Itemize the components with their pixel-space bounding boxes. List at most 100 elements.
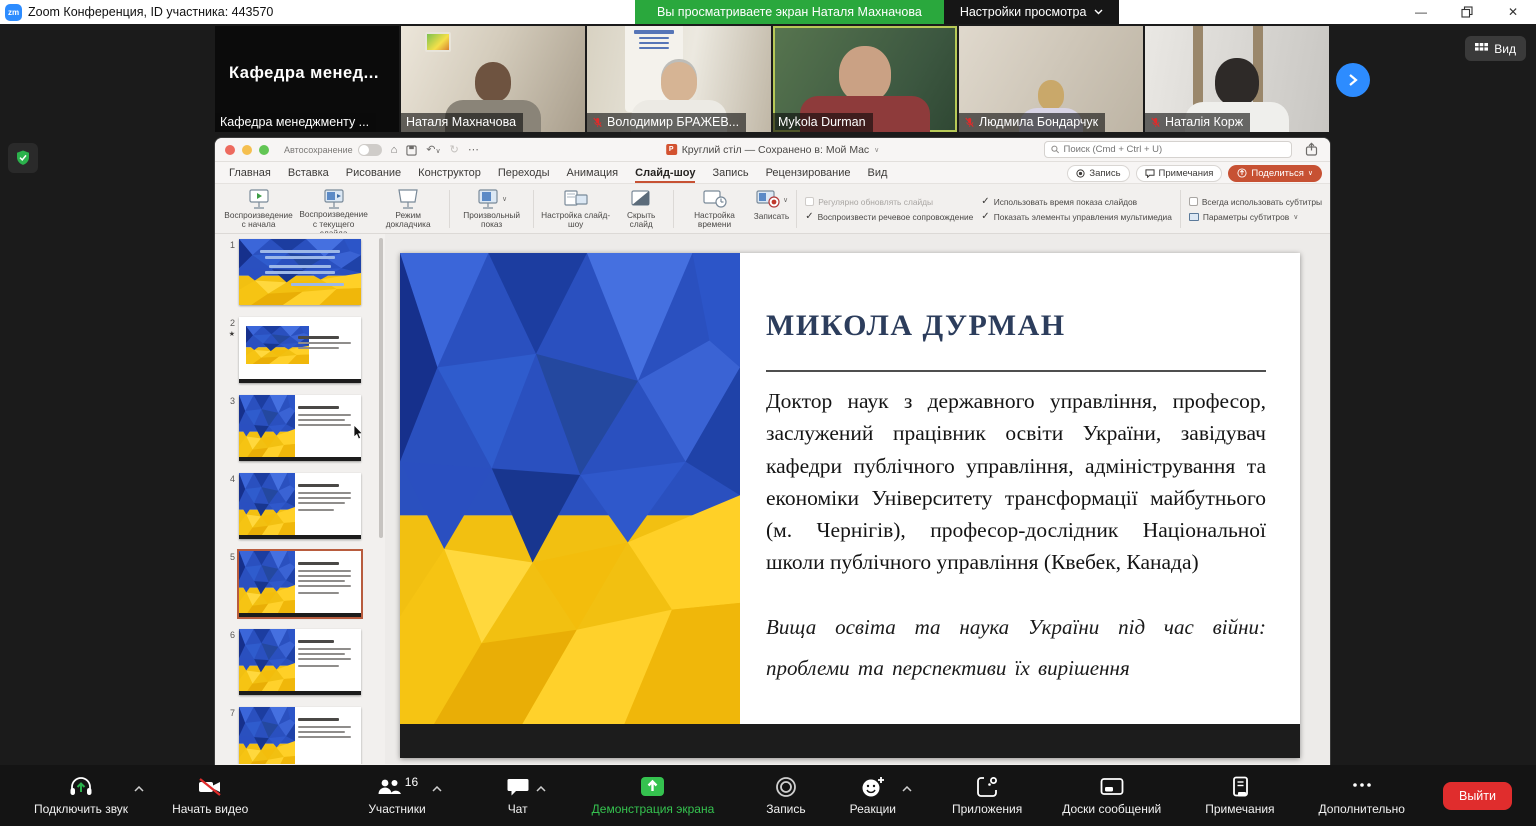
- whiteboards-button[interactable]: Доски сообщений: [1062, 775, 1161, 816]
- presenter-view-button[interactable]: Режим докладчика: [371, 187, 445, 231]
- custom-show-button[interactable]: ∨ Произвольный показ: [454, 187, 529, 231]
- meeting-stage: Кафедра менед... Кафедра менеджменту ...…: [0, 24, 1536, 765]
- tab-konstruktor[interactable]: Конструктор: [418, 167, 481, 183]
- tab-animatsiya[interactable]: Анимация: [567, 167, 619, 183]
- tab-perekhody[interactable]: Переходы: [498, 167, 550, 183]
- security-shield-icon[interactable]: [8, 143, 38, 173]
- ribbon-tab-row: Главная Вставка Рисование Конструктор Пе…: [215, 162, 1330, 184]
- zoom-logo-icon: zm: [5, 4, 22, 21]
- selected-slide-card[interactable]: [239, 551, 361, 617]
- participant-tile-kafedra[interactable]: Кафедра менед... Кафедра менеджменту ...: [215, 26, 399, 132]
- slide-thumbnail-1[interactable]: 1: [221, 239, 385, 305]
- title-divider: [766, 370, 1266, 372]
- join-audio-button[interactable]: Подключить звук: [34, 775, 128, 816]
- slide-text-block: МИКОЛА ДУРМАН Доктор наук з державного у…: [740, 253, 1300, 724]
- close-button[interactable]: ✕: [1490, 0, 1536, 24]
- participant-tile-brazhev[interactable]: Володимир БРАЖЕВ...: [587, 26, 771, 132]
- participant-tile-durman[interactable]: Mykola Durman: [773, 26, 957, 132]
- start-video-button[interactable]: Начать видео: [172, 775, 248, 816]
- more-button[interactable]: Дополнительно: [1319, 775, 1405, 816]
- minimize-button[interactable]: —: [1398, 0, 1444, 24]
- chat-caret[interactable]: [536, 786, 546, 792]
- reactions-caret[interactable]: [902, 786, 912, 792]
- check-use-timings[interactable]: ✓ Использовать время показа слайдов: [981, 197, 1172, 207]
- headset-icon: [68, 775, 94, 799]
- check-update-slides[interactable]: Регулярно обновлять слайды: [805, 197, 973, 207]
- ppt-record-button[interactable]: Запись: [1067, 165, 1129, 182]
- ppt-share-button[interactable]: Поделиться ∨: [1228, 165, 1322, 182]
- slide-thumbnail-3[interactable]: 3: [221, 395, 385, 461]
- slideshow-options-column-1: Регулярно обновлять слайды ✓ Воспроизвес…: [801, 187, 977, 231]
- participants-icon: [376, 775, 402, 799]
- mac-zoom-button[interactable]: [259, 145, 269, 155]
- slide-title: МИКОЛА ДУРМАН: [766, 309, 1266, 343]
- slide-thumbnail-4[interactable]: 4: [221, 473, 385, 539]
- play-from-current-button[interactable]: Воспроизведение с текущего слайда: [296, 187, 371, 231]
- slide-thumbnail-6[interactable]: 6: [221, 629, 385, 695]
- mac-close-button[interactable]: [225, 145, 235, 155]
- muted-mic-icon: [1150, 117, 1161, 128]
- rehearse-timings-button[interactable]: Настройка времени: [678, 187, 751, 231]
- flag-art: [239, 707, 295, 764]
- video-strip: Кафедра менед... Кафедра менеджменту ...…: [215, 26, 1329, 132]
- window-titlebar: zm Zoom Конференция, ID участника: 44357…: [0, 0, 1536, 24]
- thumbnail-scrollbar[interactable]: [379, 238, 383, 538]
- slide-number: 3: [230, 396, 235, 406]
- save-icon[interactable]: [406, 145, 417, 156]
- check-play-narration[interactable]: ✓ Воспроизвести речевое сопровождение: [805, 212, 973, 222]
- search-input[interactable]: [1064, 144, 1285, 155]
- tab-slide-show[interactable]: Слайд-шоу: [635, 167, 695, 183]
- record-slideshow-button[interactable]: ∨ Записать: [751, 187, 792, 231]
- subtitle-settings-button[interactable]: Параметры субтитров ∨: [1189, 212, 1322, 222]
- hide-slide-button[interactable]: Скрыть слайд: [613, 187, 669, 231]
- ppt-comments-button[interactable]: Примечания: [1136, 165, 1223, 182]
- view-options-button[interactable]: Настройки просмотра: [944, 0, 1120, 24]
- participants-caret[interactable]: [432, 786, 442, 792]
- share-screen-button[interactable]: Демонстрация экрана: [592, 775, 715, 816]
- participant-tile-korzh[interactable]: Наталія Корж: [1145, 26, 1329, 132]
- tab-zapis[interactable]: Запись: [712, 167, 748, 183]
- view-options-label: Настройки просмотра: [960, 5, 1087, 19]
- check-always-subtitles[interactable]: Всегда использовать субтитры: [1189, 197, 1322, 207]
- tab-retsenzirovanie[interactable]: Рецензирование: [766, 167, 851, 183]
- participant-tile-bondarchuk[interactable]: Людмила Бондарчук: [959, 26, 1143, 132]
- apps-button[interactable]: Приложения: [952, 775, 1022, 816]
- restore-button[interactable]: [1444, 0, 1490, 24]
- current-slide[interactable]: МИКОЛА ДУРМАН Доктор наук з державного у…: [400, 253, 1300, 758]
- leave-meeting-button[interactable]: Выйти: [1443, 782, 1512, 810]
- chat-button[interactable]: Чат: [506, 775, 530, 816]
- check-show-media-controls[interactable]: ✓ Показать элементы управления мультимед…: [981, 212, 1172, 222]
- notes-button[interactable]: Примечания: [1205, 775, 1274, 816]
- setup-slideshow-button[interactable]: Настройка слайд-шоу: [538, 187, 613, 231]
- participant-tile-makhnachova[interactable]: Наталя Махначова: [401, 26, 585, 132]
- view-layout-button[interactable]: Вид: [1465, 36, 1526, 61]
- reactions-button[interactable]: Реакции: [850, 775, 896, 816]
- participant-name: Наталія Корж: [1165, 115, 1243, 129]
- participants-button[interactable]: 16 Участники: [368, 775, 425, 816]
- participant-name: Володимир БРАЖЕВ...: [607, 115, 739, 129]
- record-button[interactable]: Запись: [766, 775, 805, 816]
- play-from-start-button[interactable]: Воспроизведение с начала: [221, 187, 296, 231]
- slide-number: 4: [230, 474, 235, 484]
- flag-art: [239, 629, 295, 695]
- home-icon[interactable]: ⌂: [391, 144, 398, 156]
- mac-share-icon[interactable]: [1305, 142, 1318, 156]
- audio-options-caret[interactable]: [134, 786, 144, 792]
- autosave-toggle[interactable]: [358, 144, 382, 156]
- undo-icon[interactable]: ↶∨: [426, 143, 440, 156]
- share-icon: [1237, 168, 1247, 178]
- tab-vid[interactable]: Вид: [868, 167, 888, 183]
- record-dot-icon: [1076, 169, 1085, 178]
- transition-star-icon: ★: [229, 330, 235, 338]
- search-box[interactable]: [1044, 141, 1292, 158]
- slide-thumbnail-5[interactable]: 5: [221, 551, 385, 617]
- tab-risovanie[interactable]: Рисование: [346, 167, 401, 183]
- mac-minimize-button[interactable]: [242, 145, 252, 155]
- slide-thumbnail-7[interactable]: 7: [221, 707, 385, 764]
- redo-icon[interactable]: ↻: [450, 143, 459, 156]
- next-participants-button[interactable]: [1336, 63, 1370, 97]
- more-toolbar-icon[interactable]: ⋯: [468, 143, 479, 156]
- tab-glavnaya[interactable]: Главная: [229, 167, 271, 183]
- slide-thumbnail-2[interactable]: 2 ★: [221, 317, 385, 383]
- tab-vstavka[interactable]: Вставка: [288, 167, 329, 183]
